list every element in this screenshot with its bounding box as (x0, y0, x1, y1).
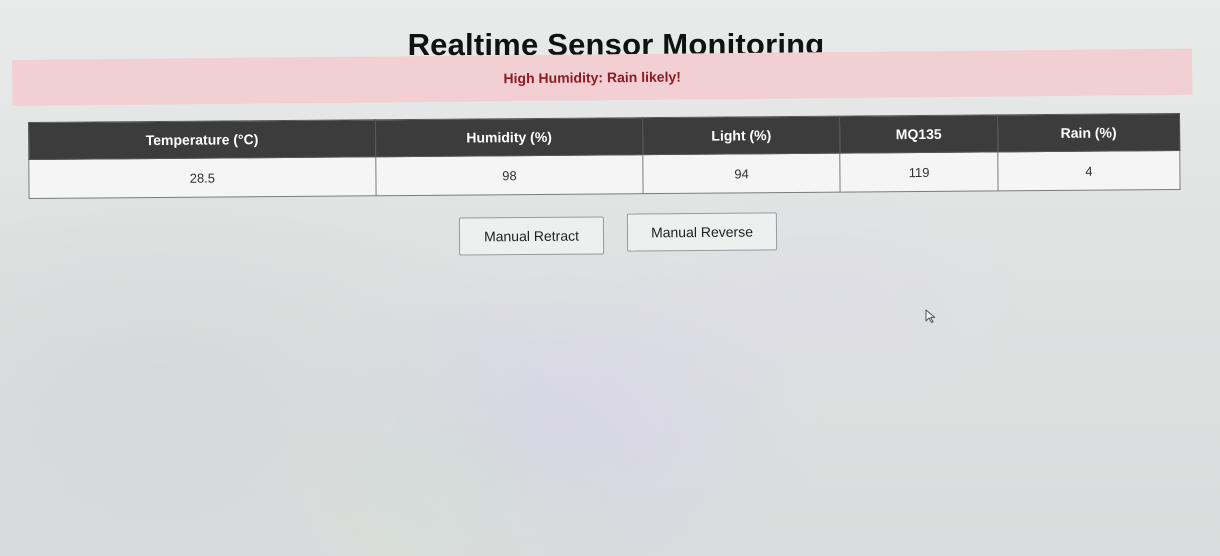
value-mq135: 119 (839, 151, 999, 193)
header-mq135: MQ135 (839, 114, 998, 154)
header-rain: Rain (%) (997, 113, 1180, 152)
header-light: Light (%) (642, 116, 840, 155)
table-row: 28.5 98 94 119 4 (28, 150, 1181, 199)
manual-reverse-button[interactable]: Manual Reverse (626, 212, 778, 252)
sensor-table: Temperature (°C) Humidity (%) Light (%) … (28, 112, 1181, 199)
alert-text: High Humidity: Rain likely! (503, 68, 681, 87)
manual-retract-button[interactable]: Manual Retract (458, 216, 605, 256)
header-humidity: Humidity (%) (375, 117, 643, 157)
mouse-pointer-icon (925, 309, 936, 323)
sensor-dashboard: Realtime Sensor Monitoring High Humidity… (0, 0, 1220, 556)
header-temperature: Temperature (°C) (28, 119, 376, 160)
value-light: 94 (642, 153, 841, 194)
value-temperature: 28.5 (28, 156, 376, 199)
value-humidity: 98 (375, 154, 644, 196)
value-rain: 4 (997, 150, 1181, 191)
